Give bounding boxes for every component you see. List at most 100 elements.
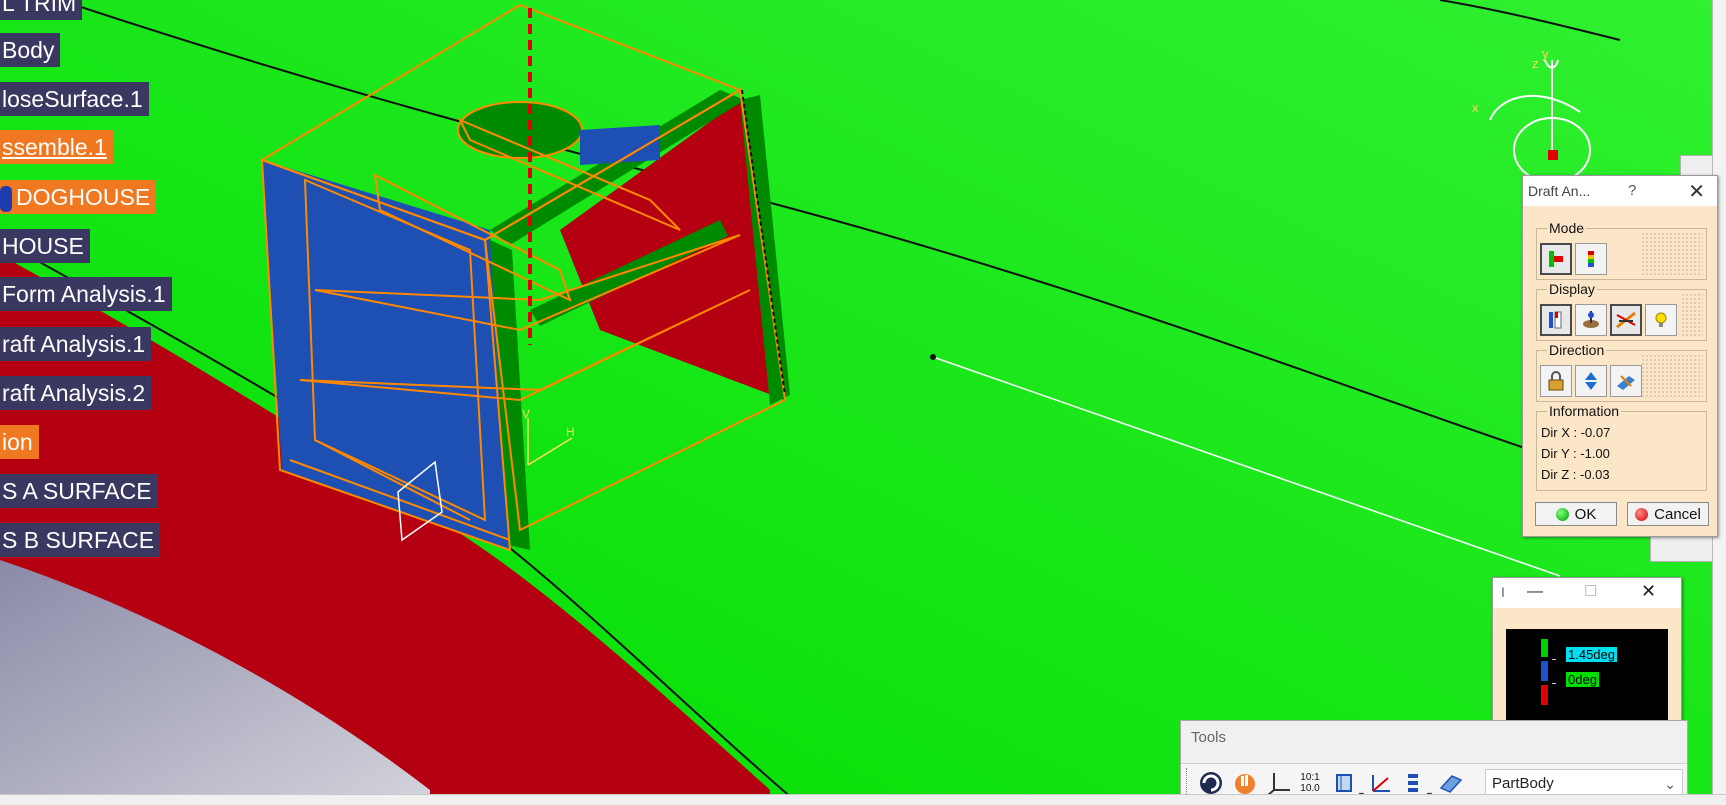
dir-z-value: Dir Z : -0.03 — [1541, 467, 1610, 482]
display-group-label: Display — [1547, 281, 1597, 297]
hand-icon — [1235, 774, 1255, 794]
information-group: Information Dir X : -0.07 Dir Y : -1.00 … — [1536, 403, 1707, 491]
axis-system-button[interactable] — [1265, 769, 1293, 797]
on-the-fly-button[interactable] — [1575, 304, 1607, 336]
tree-node-doghouse[interactable]: DOGHOUSE — [0, 180, 157, 214]
construction-point — [930, 354, 936, 360]
surface-button[interactable] — [1437, 769, 1465, 797]
scale-bar-blue — [1541, 661, 1548, 681]
compass-y-label: y — [1542, 46, 1549, 61]
work-on-support-button[interactable] — [1331, 769, 1359, 797]
tree-node-body[interactable]: Body — [0, 33, 61, 67]
scale-title: I — [1501, 584, 1505, 600]
color-scale-icon — [1549, 311, 1562, 329]
cancel-button[interactable]: Cancel — [1627, 502, 1709, 526]
group-texture — [1641, 354, 1703, 398]
dialog-titlebar[interactable]: Draft An... ? ✕ — [1523, 176, 1717, 206]
dir-y-value: Dir Y : -1.00 — [1541, 446, 1610, 461]
scale-tick — [1552, 683, 1556, 684]
lock-direction-button[interactable] — [1540, 365, 1572, 397]
status-bar — [0, 794, 1726, 805]
tree-node-form-analysis[interactable]: Form Analysis.1 — [0, 277, 172, 311]
ok-label: OK — [1574, 505, 1597, 523]
tree-node-trim[interactable]: L TRIM — [0, 0, 83, 20]
inverse-direction-button[interactable] — [1575, 365, 1607, 397]
body-selector-value: PartBody — [1492, 775, 1554, 792]
scale-tick — [1552, 659, 1556, 660]
help-button[interactable]: ? — [1628, 182, 1636, 199]
tree-node-class-a-surface[interactable]: S A SURFACE — [0, 474, 158, 508]
quick-mode-button[interactable] — [1540, 243, 1572, 275]
list-button[interactable] — [1399, 769, 1427, 797]
color-scale-toggle[interactable] — [1540, 304, 1572, 336]
scale-titlebar[interactable]: I — ☐ ✕ — [1493, 578, 1681, 608]
section-mode-button[interactable] — [1610, 304, 1642, 336]
dir-x-value: Dir X : -0.07 — [1541, 425, 1611, 440]
group-texture — [1681, 293, 1703, 337]
information-group-label: Information — [1547, 403, 1622, 419]
ok-button[interactable]: OK — [1535, 502, 1617, 526]
tree-node-closesurface[interactable]: loseSurface.1 — [0, 82, 149, 116]
ratio-bottom: 10.0 — [1300, 783, 1320, 794]
list-icon — [1408, 774, 1418, 792]
compass-direction-button[interactable] — [1610, 365, 1642, 397]
ok-icon — [1555, 507, 1569, 521]
grid-ratio-button[interactable]: 10:1 10.0 — [1296, 769, 1324, 797]
tools-toolbar: Tools 10:1 10.0 ▼ — [1180, 720, 1688, 805]
lock-icon — [1548, 371, 1564, 391]
dialog-title: Draft An... — [1528, 183, 1591, 199]
minimize-button[interactable]: — — [1527, 583, 1543, 601]
body-icon — [0, 185, 12, 212]
close-button[interactable]: ✕ — [1688, 179, 1705, 204]
compass-direction-icon — [1617, 375, 1635, 390]
mode-group: Mode — [1536, 220, 1707, 280]
section-mode-icon — [1616, 311, 1636, 329]
tree-node-house[interactable]: HOUSE — [0, 229, 90, 263]
tree-node-class-b-surface[interactable]: S B SURFACE — [0, 523, 161, 557]
tree-node-ion[interactable]: ion — [0, 425, 39, 459]
ratio-top: 10:1 — [1300, 772, 1320, 783]
draft-analysis-dialog: Draft An... ? ✕ Mode Display Direction I… — [1522, 175, 1718, 537]
direction-group-label: Direction — [1547, 342, 1607, 358]
support-icon — [1336, 774, 1352, 792]
scale-bar-green — [1541, 639, 1548, 657]
tree-node-assemble[interactable]: ssemble.1 — [0, 130, 113, 164]
snap-button[interactable] — [1367, 769, 1395, 797]
scale-upper-value[interactable]: 1.45deg — [1566, 647, 1617, 662]
catia-viewport-screen: V H x z y L TRIM Body loseSurface.1 ssem… — [0, 0, 1726, 805]
compass-origin — [1548, 150, 1558, 160]
scale-lower-value[interactable]: 0deg — [1566, 672, 1599, 687]
close-button[interactable]: ✕ — [1641, 581, 1656, 602]
tree-node-draft-analysis-1[interactable]: raft Analysis.1 — [0, 327, 152, 361]
direction-group: Direction — [1536, 342, 1707, 402]
maximize-button[interactable]: ☐ — [1584, 582, 1597, 600]
update-button[interactable] — [1197, 769, 1225, 797]
light-bulb-icon — [1655, 312, 1667, 327]
compass-z-label: z — [1532, 56, 1539, 71]
tree-node-draft-analysis-2[interactable]: raft Analysis.2 — [0, 376, 152, 410]
axis-icon — [1267, 773, 1290, 796]
mode-group-label: Mode — [1547, 220, 1587, 236]
3d-viewport[interactable]: V H x z y — [0, 0, 1726, 805]
compass-x-label: x — [1472, 100, 1479, 115]
local-axis-v-label: V — [522, 407, 530, 421]
quick-mode-icon — [1549, 251, 1563, 267]
color-scale-window: I — ☐ ✕ 1.45deg 0deg — [1492, 577, 1682, 734]
cancel-label: Cancel — [1654, 505, 1701, 523]
color-scale-canvas: 1.45deg 0deg — [1506, 629, 1668, 722]
display-group: Display — [1536, 281, 1707, 341]
part-boss — [457, 101, 583, 159]
snap-icon — [1372, 775, 1390, 792]
scale-bar-red — [1541, 685, 1548, 705]
full-mode-icon — [1588, 251, 1594, 267]
inverse-direction-icon — [1585, 372, 1597, 390]
local-axis-h-label: H — [566, 425, 575, 439]
manual-update-button[interactable] — [1231, 769, 1259, 797]
cancel-icon — [1635, 507, 1649, 521]
update-icon — [1200, 772, 1222, 794]
on-the-fly-icon — [1583, 311, 1599, 328]
surface-icon — [1439, 775, 1463, 793]
toolbar-title: Tools — [1191, 729, 1227, 746]
full-mode-button[interactable] — [1575, 243, 1607, 275]
light-source-button[interactable] — [1645, 304, 1677, 336]
